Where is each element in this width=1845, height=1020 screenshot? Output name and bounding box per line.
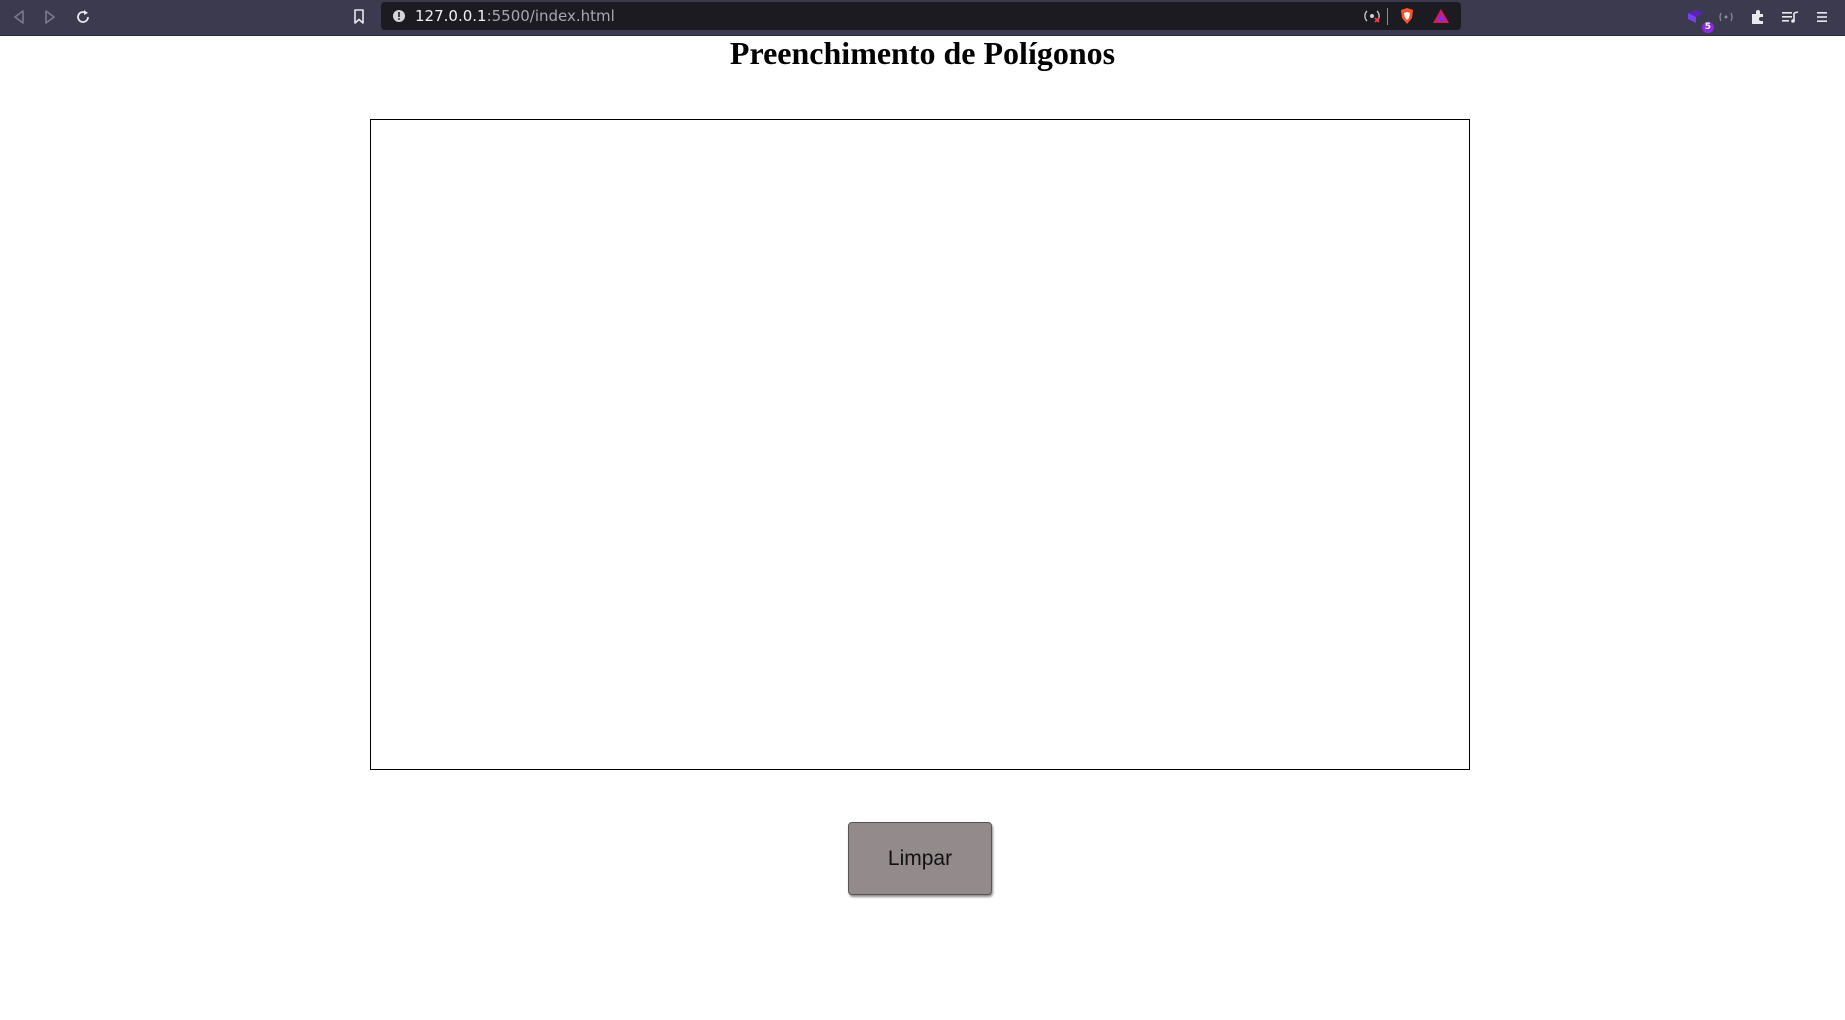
wallet-icon[interactable] <box>1713 4 1739 30</box>
clear-button[interactable]: Limpar <box>848 822 992 895</box>
media-blocked-icon[interactable] <box>1360 4 1384 28</box>
extension-icon[interactable]: 5 <box>1683 4 1714 33</box>
url-path: :5500/index.html <box>486 7 615 25</box>
brave-shields-icon[interactable] <box>1395 4 1419 28</box>
address-bar[interactable]: 127.0.0.1:5500/index.html <box>381 2 1461 30</box>
extensions-puzzle-icon[interactable] <box>1745 4 1771 30</box>
playlist-icon[interactable] <box>1777 4 1803 30</box>
drawing-canvas[interactable] <box>370 119 1470 770</box>
url-host: 127.0.0.1 <box>415 7 487 25</box>
browser-toolbar: 127.0.0.1:5500/index.html 5 <box>0 0 1845 36</box>
bookmark-icon[interactable] <box>346 4 372 30</box>
page-title: Preenchimento de Polígonos <box>729 35 1116 71</box>
url-separator <box>1387 8 1388 25</box>
menu-icon[interactable] <box>1809 4 1835 30</box>
back-icon[interactable] <box>6 4 32 30</box>
forward-icon[interactable] <box>37 4 63 30</box>
site-info-icon[interactable] <box>387 4 411 28</box>
reload-icon[interactable] <box>70 4 96 30</box>
brave-rewards-icon[interactable] <box>1429 4 1453 28</box>
url-text[interactable]: 127.0.0.1:5500/index.html <box>415 8 615 25</box>
